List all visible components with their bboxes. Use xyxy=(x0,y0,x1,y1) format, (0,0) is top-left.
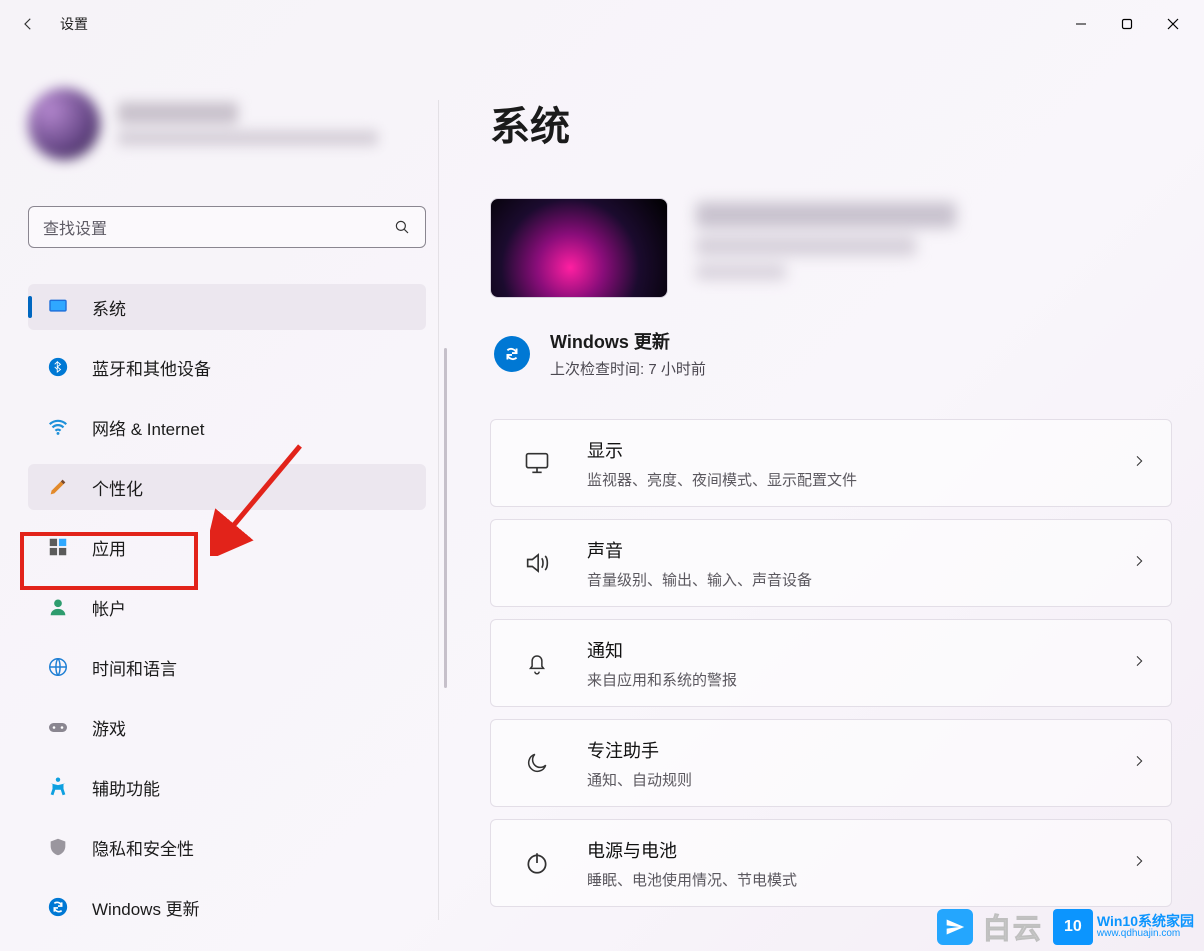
minimize-button[interactable] xyxy=(1058,8,1104,40)
apps-icon xyxy=(46,535,70,559)
sidebar-item-system[interactable]: 系统 xyxy=(28,284,426,330)
device-info xyxy=(490,198,1172,298)
card-power[interactable]: 电源与电池睡眠、电池使用情况、节电模式 xyxy=(490,819,1172,907)
sidebar-item-label: 时间和语言 xyxy=(92,655,177,680)
update-subtitle: 上次检查时间: 7 小时前 xyxy=(550,358,706,379)
sidebar-item-label: 系统 xyxy=(92,295,126,320)
search-placeholder: 查找设置 xyxy=(43,215,107,239)
sidebar-item-label: 游戏 xyxy=(92,715,126,740)
sidebar-item-accessibility[interactable]: 辅助功能 xyxy=(28,764,426,810)
watermark-text-1: 白云 xyxy=(983,907,1043,947)
card-title: 专注助手 xyxy=(587,737,1131,763)
sidebar: 查找设置 系统 蓝牙和其他设备 网络 & Internet 个性化 xyxy=(0,48,440,951)
card-title: 电源与电池 xyxy=(587,837,1131,863)
caption-controls xyxy=(1058,8,1196,40)
card-title: 显示 xyxy=(587,437,1131,463)
windows-update-tile[interactable]: Windows 更新 上次检查时间: 7 小时前 xyxy=(490,328,1172,379)
watermarks: 白云 10 Win10系统家园 www.qdhuajin.com xyxy=(937,907,1194,947)
chevron-right-icon xyxy=(1131,553,1147,574)
close-button[interactable] xyxy=(1150,8,1196,40)
sync-icon xyxy=(494,336,530,372)
sidebar-item-label: 个性化 xyxy=(92,475,143,500)
sidebar-item-gaming[interactable]: 游戏 xyxy=(28,704,426,750)
monitor-icon xyxy=(515,449,559,477)
chevron-right-icon xyxy=(1131,453,1147,474)
card-notifications[interactable]: 通知来自应用和系统的警报 xyxy=(490,619,1172,707)
account-block[interactable] xyxy=(28,84,426,164)
chevron-right-icon xyxy=(1131,653,1147,674)
sidebar-item-windows-update[interactable]: Windows 更新 xyxy=(28,884,426,930)
window-title: 设置 xyxy=(60,14,88,34)
card-subtitle: 监视器、亮度、夜间模式、显示配置文件 xyxy=(587,469,1131,490)
card-sound[interactable]: 声音音量级别、输出、输入、声音设备 xyxy=(490,519,1172,607)
globe-clock-icon xyxy=(46,655,70,679)
sidebar-item-network[interactable]: 网络 & Internet xyxy=(28,404,426,450)
sidebar-item-label: 网络 & Internet xyxy=(92,415,204,440)
sync-icon xyxy=(46,895,70,919)
sidebar-item-bluetooth[interactable]: 蓝牙和其他设备 xyxy=(28,344,426,390)
watermark-logo-1 xyxy=(937,909,973,945)
update-title: Windows 更新 xyxy=(550,328,706,354)
sidebar-item-personalization[interactable]: 个性化 xyxy=(28,464,426,510)
sidebar-item-label: 应用 xyxy=(92,535,126,560)
card-title: 通知 xyxy=(587,637,1131,663)
avatar xyxy=(28,88,100,160)
card-focus-assist[interactable]: 专注助手通知、自动规则 xyxy=(490,719,1172,807)
power-icon xyxy=(515,850,559,876)
gamepad-icon xyxy=(46,715,70,739)
maximize-button[interactable] xyxy=(1104,8,1150,40)
sidebar-item-label: 蓝牙和其他设备 xyxy=(92,355,211,380)
page-title: 系统 xyxy=(490,94,1172,152)
person-icon xyxy=(46,595,70,619)
card-subtitle: 睡眠、电池使用情况、节电模式 xyxy=(587,869,1131,890)
sidebar-item-label: Windows 更新 xyxy=(92,895,200,920)
sidebar-item-privacy[interactable]: 隐私和安全性 xyxy=(28,824,426,870)
accessibility-icon xyxy=(46,775,70,799)
bluetooth-icon xyxy=(46,355,70,379)
wifi-icon xyxy=(46,415,70,439)
speaker-icon xyxy=(515,549,559,577)
brush-icon xyxy=(46,475,70,499)
back-button[interactable] xyxy=(8,4,48,44)
card-subtitle: 通知、自动规则 xyxy=(587,769,1131,790)
search-input[interactable]: 查找设置 xyxy=(28,206,426,248)
bell-icon xyxy=(515,650,559,676)
shield-icon xyxy=(46,835,70,859)
titlebar: 设置 xyxy=(0,0,1204,48)
card-subtitle: 音量级别、输出、输入、声音设备 xyxy=(587,569,1131,590)
desktop-thumbnail xyxy=(490,198,668,298)
scrollbar-thumb[interactable] xyxy=(444,348,447,688)
sidebar-item-label: 辅助功能 xyxy=(92,775,160,800)
chevron-right-icon xyxy=(1131,753,1147,774)
card-subtitle: 来自应用和系统的警报 xyxy=(587,669,1131,690)
moon-icon xyxy=(515,750,559,776)
search-icon xyxy=(393,218,411,236)
sidebar-item-label: 隐私和安全性 xyxy=(92,835,194,860)
sidebar-item-label: 帐户 xyxy=(92,595,126,620)
sidebar-item-time-language[interactable]: 时间和语言 xyxy=(28,644,426,690)
arrow-left-icon xyxy=(19,15,37,33)
display-icon xyxy=(46,295,70,319)
sidebar-item-apps[interactable]: 应用 xyxy=(28,524,426,570)
sidebar-item-accounts[interactable]: 帐户 xyxy=(28,584,426,630)
main-content: 系统 Windows 更新 上次检查时间: 7 小时前 显示监视器、亮度、夜间模… xyxy=(440,48,1204,951)
watermark-logo-2: 10 Win10系统家园 www.qdhuajin.com xyxy=(1053,909,1194,945)
card-display[interactable]: 显示监视器、亮度、夜间模式、显示配置文件 xyxy=(490,419,1172,507)
card-title: 声音 xyxy=(587,537,1131,563)
divider xyxy=(438,100,439,920)
nav: 系统 蓝牙和其他设备 网络 & Internet 个性化 应用 帐户 xyxy=(28,284,426,930)
chevron-right-icon xyxy=(1131,853,1147,874)
